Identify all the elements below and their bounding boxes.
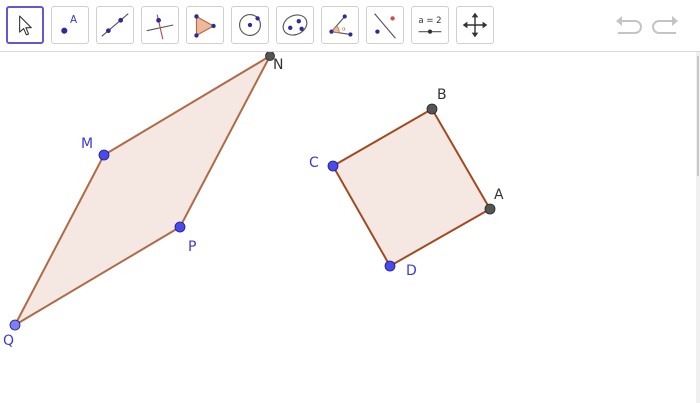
tool-point[interactable]: A <box>51 6 89 44</box>
point-icon: A <box>61 14 78 34</box>
scrollbar-thumb[interactable] <box>697 56 699 176</box>
tool-polygon[interactable] <box>186 6 224 44</box>
tool-perpendicular-line[interactable] <box>141 6 179 44</box>
perpendicular-line-icon <box>146 14 174 40</box>
circle-icon <box>239 14 261 36</box>
tool-line[interactable] <box>96 6 134 44</box>
tool-move[interactable] <box>6 6 44 44</box>
polygon-cbad[interactable] <box>332 108 491 267</box>
label-b: B <box>437 87 447 103</box>
tool-ellipse[interactable] <box>276 6 314 44</box>
geogebra-app: A α a = 2 N M P Q B C A D <box>0 0 700 403</box>
point-m[interactable] <box>98 149 110 161</box>
undo-icon <box>616 16 642 34</box>
point-p[interactable] <box>174 221 186 233</box>
svg-text:A: A <box>70 14 78 26</box>
toolbar: A α a = 2 <box>0 0 700 52</box>
polygon-qmnp[interactable] <box>14 55 271 326</box>
redo-button[interactable] <box>650 12 682 40</box>
svg-text:α: α <box>342 27 346 33</box>
point-b[interactable] <box>426 103 438 115</box>
move-arrows-icon <box>462 12 488 38</box>
slider-icon: a = 2 <box>418 16 442 34</box>
point-q[interactable] <box>9 319 21 331</box>
label-a: A <box>494 187 504 203</box>
tool-reflect[interactable] <box>366 6 404 44</box>
cursor-arrow-icon <box>19 15 32 36</box>
slider-label: a = 2 <box>418 16 441 26</box>
ellipse-icon <box>282 14 308 36</box>
graphics-view[interactable]: N M P Q B C A D <box>0 52 700 403</box>
tool-angle[interactable]: α <box>321 6 359 44</box>
line-icon <box>101 13 129 37</box>
point-d[interactable] <box>384 260 396 272</box>
label-p: P <box>188 239 196 255</box>
angle-icon: α <box>329 14 353 37</box>
label-q: Q <box>3 333 14 349</box>
label-c: C <box>309 155 319 171</box>
tool-circle[interactable] <box>231 6 269 44</box>
redo-icon <box>652 16 678 34</box>
undo-button[interactable] <box>612 12 644 40</box>
tool-move-graphics-view[interactable] <box>456 6 494 44</box>
label-m: M <box>81 136 93 152</box>
label-n: N <box>273 57 283 73</box>
reflect-icon <box>374 13 396 39</box>
tool-slider[interactable]: a = 2 <box>411 6 449 44</box>
point-a[interactable] <box>484 203 496 215</box>
point-c[interactable] <box>327 160 339 172</box>
polygon-icon <box>194 14 216 38</box>
label-d: D <box>406 263 417 279</box>
